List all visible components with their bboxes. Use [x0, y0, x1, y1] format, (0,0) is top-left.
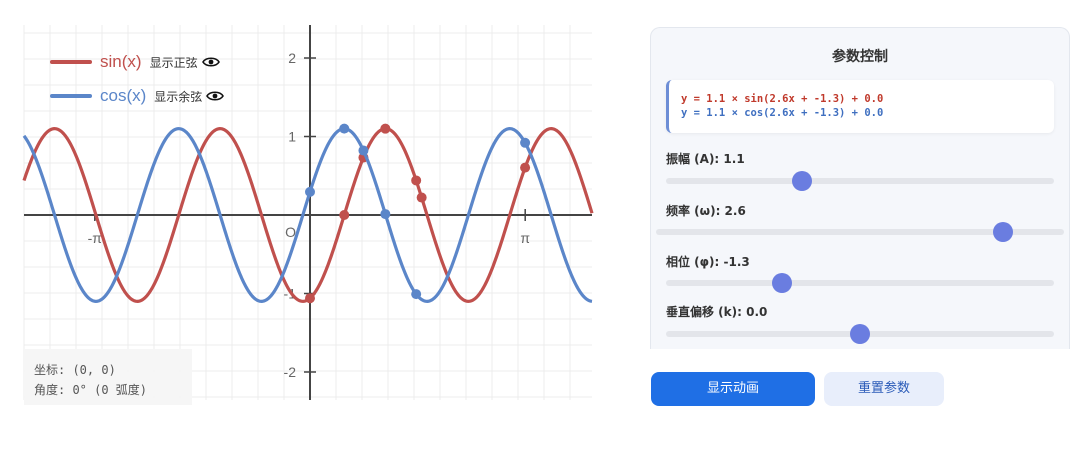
- vertical-offset-slider[interactable]: [666, 324, 1054, 344]
- sin-legend-label: sin(x): [100, 52, 142, 71]
- cos-legend-label: cos(x): [100, 86, 147, 105]
- phase-slider-thumb[interactable]: [772, 273, 793, 293]
- coordinate-readout: 坐标: (0, 0) 角度: 0° (0 弧度): [24, 349, 192, 405]
- toggle-cos-label: 显示余弦: [154, 89, 203, 104]
- amplitude-label: 振幅 (A): 1.1: [666, 152, 745, 166]
- frequency-label: 频率 (ω): 2.6: [666, 204, 746, 218]
- phase-label: 相位 (φ): -1.3: [666, 255, 750, 269]
- y-tick-label: -2: [284, 364, 297, 380]
- cos-data-point: [339, 123, 350, 134]
- vertical-offset-slider-thumb[interactable]: [850, 324, 870, 344]
- sin-legend-swatch: [50, 60, 92, 64]
- cos-legend-swatch: [50, 94, 92, 98]
- toggle-sin-label: 显示正弦: [149, 55, 198, 70]
- vertical-offset-label: 垂直偏移 (k): 0.0: [666, 305, 768, 319]
- y-tick-label: 2: [288, 50, 296, 66]
- phase-slider[interactable]: [666, 273, 1054, 293]
- legend-sin: sin(x) 显示正弦: [50, 52, 220, 72]
- amplitude-slider[interactable]: [666, 171, 1054, 191]
- toggle-cos[interactable]: 显示余弦: [154, 88, 225, 105]
- angle-line: 角度: 0° (0 弧度): [34, 383, 148, 397]
- sin-data-point: [339, 210, 350, 220]
- legend-cos: cos(x) 显示余弦: [50, 86, 225, 106]
- cos-data-point: [411, 289, 422, 300]
- cos-data-point: [380, 209, 391, 220]
- coordinate-line: 坐标: (0, 0): [34, 363, 116, 377]
- sin-data-point: [380, 123, 391, 134]
- reset-parameters-button[interactable]: 重置参数: [824, 372, 944, 406]
- eye-icon[interactable]: [201, 56, 220, 68]
- x-tick-label: π: [520, 230, 530, 246]
- cos-data-point: [520, 137, 531, 148]
- toggle-sin[interactable]: 显示正弦: [150, 54, 220, 71]
- frequency-slider[interactable]: [656, 222, 1064, 242]
- amplitude-slider-thumb[interactable]: [791, 171, 812, 191]
- panel-title: 参数控制: [832, 49, 888, 65]
- sin-equation: y = 1.1 × sin(2.6x + -1.3) + 0.0: [681, 93, 884, 105]
- cos-data-point: [358, 145, 369, 156]
- cos-data-point: [305, 186, 315, 197]
- parameter-panel: 参数控制 y = 1.1 × sin(2.6x + -1.3) + 0.0 y …: [650, 27, 1070, 349]
- sin-data-point: [416, 192, 427, 203]
- equation-box: y = 1.1 × sin(2.6x + -1.3) + 0.0 y = 1.1…: [666, 80, 1054, 133]
- eye-icon[interactable]: [206, 90, 225, 102]
- frequency-slider-thumb[interactable]: [992, 222, 1013, 242]
- y-tick-label: 1: [288, 129, 296, 145]
- show-animation-button[interactable]: 显示动画: [651, 372, 815, 406]
- cos-equation: y = 1.1 × cos(2.6x + -1.3) + 0.0: [681, 107, 884, 119]
- sin-data-point: [305, 293, 315, 304]
- sin-data-point: [520, 162, 531, 173]
- sin-data-point: [411, 175, 422, 186]
